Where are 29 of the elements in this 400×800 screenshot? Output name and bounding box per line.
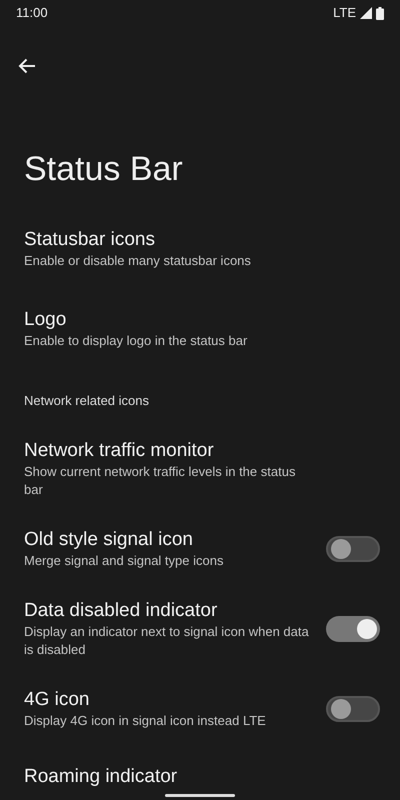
toggle-switch[interactable] [326, 696, 380, 722]
settings-item[interactable]: 4G icon Display 4G icon in signal icon instead LTE [0, 669, 400, 750]
item-title: Logo [24, 308, 66, 332]
item-title: Roaming indicator [24, 765, 178, 790]
item-title: 4G icon [24, 688, 90, 712]
section-header: Network related icons [24, 392, 149, 410]
settings-item[interactable]: Data disabled indicator Display an indicator next to signal icon when data is disabled [0, 589, 400, 670]
item-summary: Merge signal and signal type icons [24, 552, 224, 570]
item-summary: Show current network traffic levels in the status bar [24, 463, 296, 500]
toggle-switch[interactable] [326, 616, 380, 642]
network-type: LTE [333, 4, 356, 22]
item-summary: Enable to display logo in the status bar [24, 332, 248, 350]
item-title: Statusbar icons [24, 228, 155, 252]
item-title: Old style signal icon [24, 528, 193, 552]
settings-item[interactable]: Statusbar icons Enable or disable many statusbar icons [0, 209, 400, 290]
item-summary: Display 4G icon in signal icon instead LTE [24, 712, 266, 730]
toggle-switch[interactable] [326, 536, 380, 562]
settings-item[interactable]: Logo Enable to display logo in the status bar [0, 289, 400, 370]
signal-icon [360, 7, 372, 19]
settings-item[interactable]: Roaming indicator [0, 749, 400, 790]
item-summary: Enable or disable many statusbar icons [24, 252, 251, 270]
clock: 11:00 [16, 4, 48, 22]
item-summary: Display an indicator next to signal icon when data is disabled [24, 623, 310, 660]
page-title: Status Bar [24, 149, 184, 190]
item-title: Network traffic monitor [24, 438, 214, 462]
item-title: Data disabled indicator [24, 598, 218, 622]
settings-item[interactable]: Network traffic monitor Show current network traffic levels in the status bar [0, 429, 400, 510]
settings-item[interactable]: Old style signal icon Merge signal and signal type icons [0, 509, 400, 590]
battery-icon [376, 6, 384, 20]
